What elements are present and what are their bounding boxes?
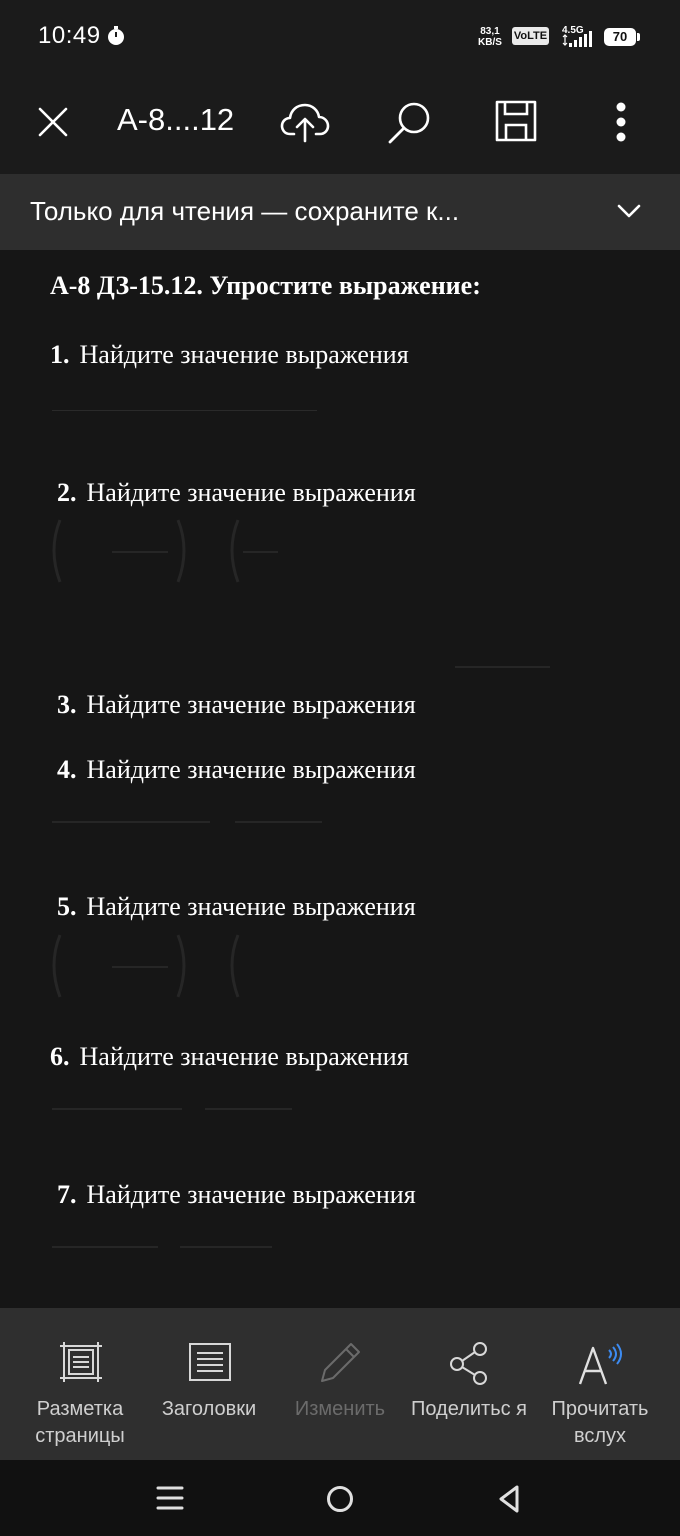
network-type: 4.5G (562, 25, 584, 36)
document-title[interactable]: А-8....12 (117, 102, 234, 138)
task-number: 2. (57, 478, 77, 507)
search-icon[interactable] (386, 100, 432, 146)
task-2: 2. Найдите значение выражения (57, 478, 416, 508)
share-icon (450, 1342, 487, 1385)
task-text: Найдите значение выражения (86, 478, 416, 507)
pencil-icon (321, 1343, 360, 1382)
save-icon[interactable] (494, 99, 538, 143)
faded-formula (52, 934, 240, 998)
task-number: 1. (50, 340, 70, 369)
timer-icon (108, 26, 124, 45)
headings-icon (189, 1343, 231, 1381)
read-aloud-button[interactable]: Прочитать вслух (536, 1338, 664, 1453)
read-aloud-label: Прочитать вслух (551, 1398, 649, 1447)
task-number: 6. (50, 1042, 70, 1071)
close-icon[interactable] (36, 105, 70, 139)
back-icon[interactable] (496, 1484, 522, 1514)
net-speed: 83,1 KB/S (478, 26, 502, 48)
task-text: Найдите значение выражения (86, 690, 416, 719)
read-aloud-icon (578, 1343, 622, 1385)
page-layout-icon (60, 1342, 102, 1382)
cloud-upload-icon[interactable] (280, 100, 330, 144)
task-4: 4. Найдите значение выражения (57, 755, 416, 785)
task-5: 5. Найдите значение выражения (57, 892, 416, 922)
signal-icon: 4.5G (562, 25, 592, 47)
battery-indicator: 70 (604, 28, 636, 46)
headings-label: Заголовки (161, 1398, 257, 1420)
task-text: Найдите значение выражения (86, 755, 416, 784)
faded-formula (52, 821, 322, 823)
task-1: 1. Найдите значение выражения (50, 340, 409, 370)
task-number: 3. (57, 690, 77, 719)
battery-tip (637, 33, 640, 41)
headings-button[interactable]: Заголовки (146, 1338, 272, 1453)
page-layout-label: Разметка страницы (35, 1398, 125, 1447)
faded-formula (52, 1108, 292, 1110)
document-heading: А-8 ДЗ-15.12. Упростите выражение: (50, 271, 481, 300)
task-text: Найдите значение выражения (79, 1042, 409, 1071)
task-text: Найдите значение выражения (79, 340, 409, 369)
task-text: Найдите значение выражения (86, 892, 416, 921)
task-number: 5. (57, 892, 77, 921)
status-time: 10:49 (38, 22, 101, 49)
task-text: Найдите значение выражения (86, 1180, 416, 1209)
faded-formula (48, 510, 278, 590)
task-number: 4. (57, 755, 77, 784)
edit-label: Изменить (294, 1398, 386, 1420)
net-speed-value: 83,1 (480, 26, 500, 37)
volte-badge: VoLTE (512, 27, 549, 45)
read-only-banner-text: Только для чтения — сохраните к... (30, 196, 460, 226)
faded-formula (52, 374, 317, 411)
edit-button[interactable]: Изменить (280, 1338, 400, 1453)
share-button[interactable]: Поделитьс я (406, 1338, 532, 1453)
share-label: Поделитьс я (411, 1398, 527, 1420)
faded-formula (52, 1246, 272, 1248)
net-speed-unit: KB/S (478, 37, 502, 48)
chevron-down-icon[interactable] (617, 203, 641, 219)
more-vert-icon[interactable] (612, 100, 630, 144)
page-layout-button[interactable]: Разметка страницы (14, 1338, 146, 1453)
task-3: 3. Найдите значение выражения (57, 690, 416, 720)
app-toolbar (0, 72, 680, 174)
task-6: 6. Найдите значение выражения (50, 1042, 409, 1072)
faded-formula (455, 666, 550, 668)
home-icon[interactable] (325, 1484, 355, 1514)
recent-apps-icon[interactable] (156, 1485, 184, 1511)
task-number: 7. (57, 1180, 77, 1209)
task-7: 7. Найдите значение выражения (57, 1180, 416, 1210)
